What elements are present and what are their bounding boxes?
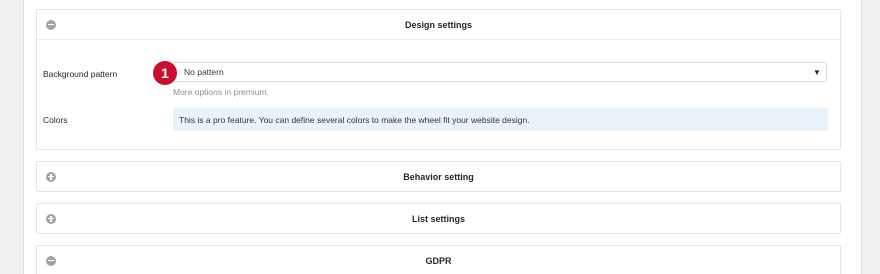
design-settings-panel: Design settings Background pattern No pa…	[36, 9, 841, 150]
list-settings-header[interactable]: List settings	[37, 204, 840, 233]
dropdown-arrow-icon: ▼	[813, 67, 821, 77]
design-settings-body: Background pattern No pattern ▼ 1 More o…	[37, 40, 840, 148]
gdpr-panel: GDPR	[36, 245, 841, 274]
panel-title: GDPR	[425, 255, 452, 266]
expand-icon[interactable]	[46, 213, 56, 224]
collapse-icon[interactable]	[46, 255, 56, 266]
gdpr-header[interactable]: GDPR	[37, 246, 840, 274]
collapse-icon[interactable]	[46, 19, 56, 30]
step-number-badge: 1	[153, 61, 177, 85]
list-settings-panel: List settings	[36, 203, 841, 234]
panel-title: List settings	[411, 213, 465, 224]
behavior-setting-panel: Behavior setting	[36, 161, 841, 192]
pro-feature-text: This is a pro feature. You can define se…	[179, 114, 530, 125]
colors-label: Colors	[43, 115, 68, 125]
expand-icon[interactable]	[46, 171, 56, 182]
panel-title: Behavior setting	[403, 171, 474, 182]
premium-hint: More options in premium.	[173, 87, 269, 97]
settings-canvas: Design settings Background pattern No pa…	[23, 0, 862, 274]
panel-title: Design settings	[404, 19, 472, 30]
behavior-setting-header[interactable]: Behavior setting	[37, 162, 840, 191]
background-pattern-label: Background pattern	[43, 69, 118, 79]
design-settings-header[interactable]: Design settings	[37, 10, 840, 40]
background-pattern-select[interactable]: No pattern ▼	[173, 62, 827, 82]
pro-feature-notice: This is a pro feature. You can define se…	[173, 108, 828, 131]
select-value: No pattern	[184, 67, 224, 77]
